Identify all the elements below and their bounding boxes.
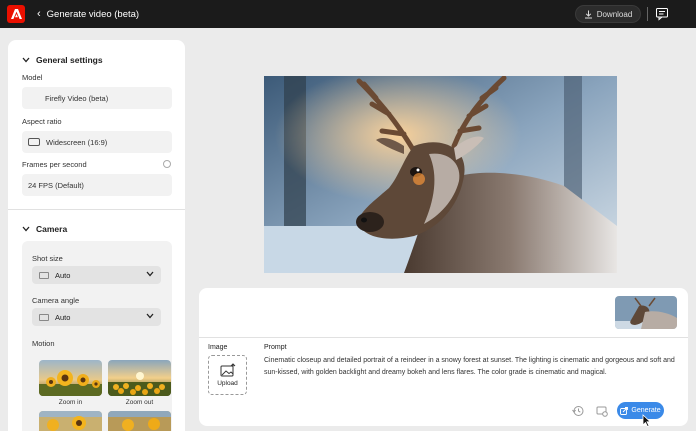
upload-label: Upload [217, 380, 238, 387]
camera-header[interactable]: Camera [22, 224, 67, 234]
generated-video-thumbnail[interactable] [615, 296, 677, 329]
camera-angle-label: Camera angle [32, 296, 80, 305]
motion-zoom-out-thumbnail[interactable] [108, 360, 171, 396]
general-settings-heading: General settings [36, 55, 103, 65]
fps-picker[interactable]: 24 FPS (Default) [22, 174, 172, 196]
fps-value: 24 FPS (Default) [28, 180, 84, 190]
general-settings-header[interactable]: General settings [22, 55, 103, 65]
model-value: Firefly Video (beta) [45, 93, 109, 103]
back-chevron-icon[interactable]: ‹ [37, 8, 41, 20]
motion-label: Motion [32, 339, 55, 348]
prompt-label: Prompt [264, 344, 287, 351]
chevron-down-icon [146, 313, 154, 319]
download-label: Download [596, 9, 633, 19]
chevron-down-icon [22, 226, 30, 232]
motion-zoom-out-label: Zoom out [125, 399, 154, 406]
camera-settings: Shot size Auto Camera angle Auto Motion [22, 241, 172, 431]
motion-thumbnail[interactable] [108, 411, 171, 431]
camera-icon [39, 271, 49, 279]
camera-icon [39, 313, 49, 321]
prompt-panel: Image Upload Prompt Cinematic closeup an… [199, 288, 688, 426]
page-title: Generate video (beta) [46, 8, 140, 20]
camera-angle-value: Auto [55, 312, 71, 322]
fps-label: Frames per second [22, 160, 87, 169]
aspect-ratio-label: Aspect ratio [22, 117, 62, 126]
generate-button[interactable]: Generate [617, 402, 664, 419]
feedback-icon[interactable] [655, 7, 669, 21]
download-icon [584, 10, 592, 18]
image-label: Image [208, 344, 228, 351]
chevron-down-icon [146, 271, 154, 277]
model-label: Model [22, 73, 43, 82]
image-settings-icon[interactable] [596, 405, 608, 417]
panel-divider [199, 337, 688, 338]
mouse-cursor-icon [642, 414, 651, 427]
model-picker[interactable]: Firefly Video (beta) [22, 87, 172, 109]
shot-size-select[interactable]: Auto [32, 266, 161, 284]
shot-size-label: Shot size [32, 254, 63, 263]
widescreen-icon [28, 138, 40, 146]
motion-zoom-in-label: Zoom in [58, 399, 83, 406]
upload-image-button[interactable]: Upload [208, 355, 247, 395]
generated-video-preview[interactable] [264, 76, 617, 273]
info-icon[interactable] [163, 160, 171, 168]
motion-thumbnail[interactable] [39, 411, 102, 431]
prompt-input[interactable]: Cinematic closeup and detailed portrait … [264, 355, 684, 379]
generate-label: Generate [631, 407, 661, 414]
motion-zoom-in-thumbnail[interactable] [39, 360, 102, 396]
settings-panel: General settings Model Firefly Video (be… [8, 40, 185, 431]
shot-size-value: Auto [55, 270, 71, 280]
upload-image-icon [220, 363, 235, 377]
topbar-divider [647, 7, 648, 21]
aspect-ratio-picker[interactable]: Widescreen (16:9) [22, 131, 172, 153]
chevron-down-icon [22, 57, 30, 63]
section-divider [8, 209, 185, 210]
generate-icon [620, 406, 629, 415]
aspect-ratio-value: Widescreen (16:9) [46, 137, 108, 147]
download-button[interactable]: Download [575, 5, 641, 23]
history-icon[interactable] [572, 405, 584, 417]
adobe-logo-icon[interactable] [7, 5, 25, 23]
camera-angle-select[interactable]: Auto [32, 308, 161, 326]
camera-heading: Camera [36, 224, 68, 234]
